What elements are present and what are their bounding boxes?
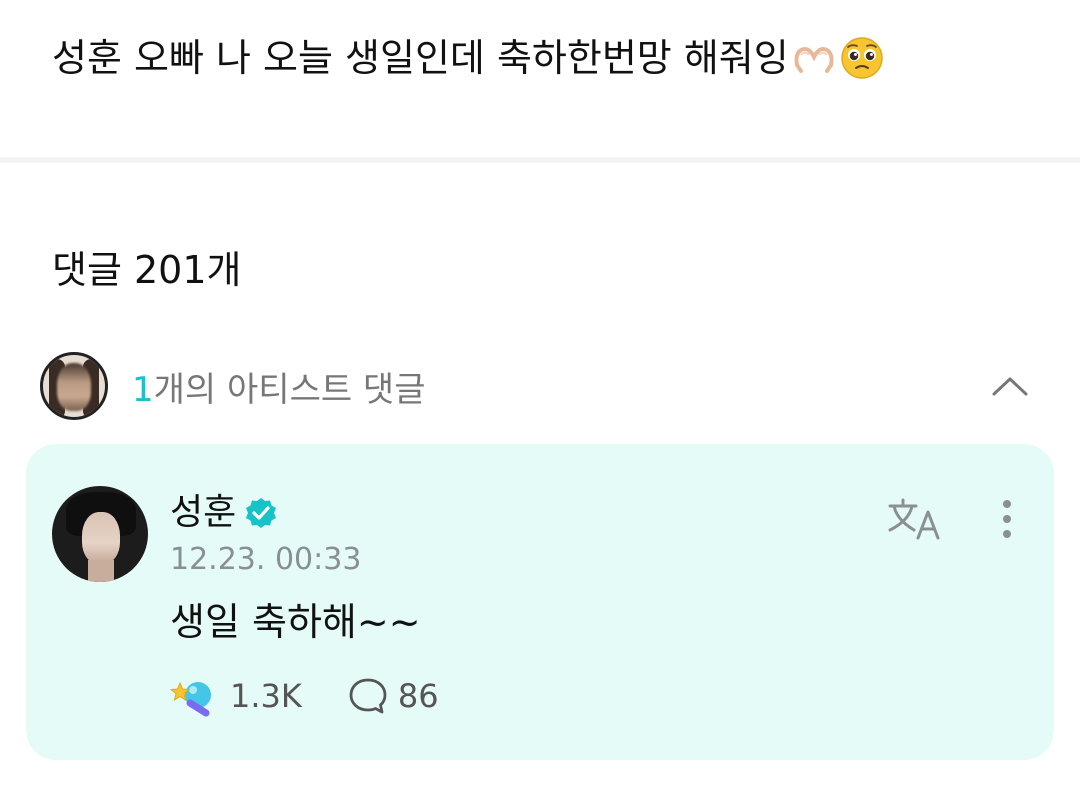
artist-comments-label: 1 개의 아티스트 댓글 <box>132 362 426 411</box>
section-divider <box>0 157 1080 163</box>
cheer-lightstick-icon[interactable] <box>170 673 216 719</box>
author-name[interactable]: 성훈 <box>170 490 278 536</box>
chevron-up-icon[interactable] <box>990 366 1030 406</box>
artist-comment-card: 성훈 12.23. 00:33 생일 축하해~~ 1.3K 86 <box>26 444 1054 760</box>
artist-comments-toggle[interactable]: 1 개의 아티스트 댓글 <box>40 352 1040 420</box>
comment-count-heading: 댓글 201개 <box>52 248 242 292</box>
heart-hands-emoji-icon <box>791 35 837 81</box>
author-name-text: 성훈 <box>170 492 237 533</box>
artist-avatar-thumbnail <box>40 352 108 420</box>
more-options-icon[interactable] <box>992 496 1022 542</box>
post-detail-screen: 성훈 오빠 나 오늘 생일인데 축하한번망 해줘잉 댓글 201개 1 개의 아… <box>0 0 1080 788</box>
post-body: 성훈 오빠 나 오늘 생일인데 축하한번망 해줘잉 <box>52 32 885 84</box>
artist-comment-label-text: 개의 아티스트 댓글 <box>153 369 426 410</box>
comment-timestamp: 12.23. 00:33 <box>170 542 362 577</box>
author-avatar[interactable] <box>52 486 148 582</box>
reply-bubble-icon[interactable] <box>348 676 388 716</box>
verified-badge-icon <box>246 498 277 528</box>
post-text: 성훈 오빠 나 오늘 생일인데 축하한번망 해줘잉 <box>52 36 789 80</box>
cheer-count: 1.3K <box>230 677 302 715</box>
artist-comment-count: 1 <box>132 369 154 410</box>
comment-stats: 1.3K 86 <box>170 672 439 720</box>
translate-icon[interactable] <box>886 496 944 542</box>
pleading-face-emoji-icon <box>839 35 885 81</box>
reply-count: 86 <box>397 677 439 715</box>
comment-text: 생일 축하해~~ <box>170 600 421 644</box>
